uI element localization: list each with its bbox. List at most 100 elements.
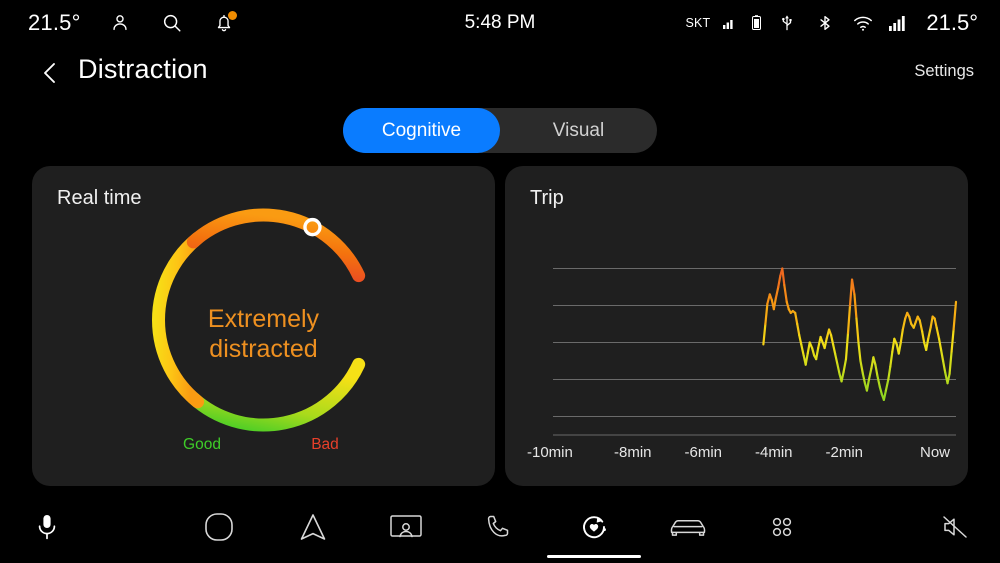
status-bar: 21.5° 5:48 PM SKT 21.5° [0,0,1000,45]
chart-line-segment [804,352,809,366]
gauge-label-good: Good [183,436,221,453]
nav-media-button[interactable] [369,495,443,563]
chart-line-segment [846,304,852,335]
chart-line-segment [811,346,816,357]
status-bar-right: SKT 21.5° [685,0,978,45]
car-icon [668,513,708,546]
chart-line-segment [815,346,820,361]
chart-line-segment [899,328,904,344]
trip-card: Trip -10min -8min -6min -4min -2min Now [505,166,968,486]
gauge-status-line1: Extremely [207,305,320,333]
chart-line-segment [762,322,767,346]
chart-line-segment [800,343,805,357]
nav-car-button[interactable] [651,495,725,563]
chart-line-segment [785,300,790,311]
chart-line-segment [927,326,932,340]
media-card-icon [388,511,424,548]
infotainment-screen: 21.5° 5:48 PM SKT 21.5° Distraction Sett… [0,0,1000,563]
nav-apps-button[interactable] [745,495,819,563]
chart-line-segment [874,363,879,377]
nav-driver-health-button[interactable] [547,495,641,563]
chart-line-segment [950,328,955,353]
chart-line-segment [867,367,873,381]
chart-line-segment [876,374,881,388]
chart-line-segment [772,297,777,311]
carrier-label: SKT [685,15,711,30]
chart-line-segment [783,284,788,303]
nav-home-button[interactable] [182,495,256,563]
gauge-arc-segment [186,357,366,432]
nav-phone-button[interactable] [463,495,537,563]
x-tick: -10min [527,444,573,461]
apps-grid-icon [766,511,798,548]
chart-line-segment [897,341,902,355]
gauge-arc-segment [186,208,366,283]
chart-line-segment [764,302,769,326]
chart-line-segment [781,267,786,287]
settings-button[interactable]: Settings [914,62,974,81]
chart-line-segment [878,385,883,396]
nav-navigation-button[interactable] [276,495,350,563]
distraction-type-tabs: Cognitive Visual [343,108,657,153]
chart-line-segment [850,278,856,296]
chart-line-segment [946,372,951,385]
nav-mute-button[interactable] [918,495,992,563]
distraction-gauge: Extremely distracted Good Bad [32,166,495,486]
outside-temp-right: 21.5° [926,9,978,35]
chart-line-segment [884,378,890,392]
chart-line-segment [855,317,860,344]
chart-line-segment [865,378,871,392]
chart-line-segment [872,356,877,366]
home-icon [202,510,236,549]
battery-icon [750,15,762,31]
chart-line-segment [823,337,828,350]
x-tick: -6min [684,444,722,461]
chart-line-segment [831,343,837,355]
chart-line-segment [901,317,907,331]
trip-chart-x-axis: -10min -8min -6min -4min -2min Now [517,444,956,466]
signal-bars-icon [888,10,908,36]
chart-line-segment [908,315,913,326]
usb-icon [774,10,800,36]
mic-icon [34,512,60,547]
chart-line-segment [882,389,887,401]
navigation-icon [296,510,330,549]
tab-cognitive[interactable]: Cognitive [343,108,500,153]
chart-line-segment [937,337,943,351]
x-tick: Now [919,444,950,461]
page-title: Distraction [78,54,208,84]
chart-line-segment [796,322,801,337]
chart-line-segment [929,315,934,329]
chart-line-segment [774,285,780,300]
driver-health-icon [577,510,611,549]
chart-line-segment [853,293,858,320]
phone-icon [484,511,516,548]
chart-line-segment [935,326,941,340]
chart-line-segment [834,352,839,366]
chart-line-segment [948,350,953,376]
chart-line-segment [925,337,930,351]
x-tick: -4min [754,444,793,461]
chevron-left-icon [39,60,61,91]
bottom-navigation-bar [0,495,1000,563]
bluetooth-icon [812,10,838,36]
chart-line-segment [889,350,894,368]
chart-line-segment [887,365,892,381]
trip-chart: -10min -8min -6min -4min -2min Now [505,166,968,486]
nav-mic-button[interactable] [10,495,84,563]
gauge-status-text: Extremely distracted [32,304,495,364]
chart-line-segment [921,330,926,344]
chart-line-segment [939,348,945,363]
gauge-status-line2: distracted [209,335,318,363]
back-button[interactable] [33,56,67,94]
chart-line-segment [933,317,938,329]
chart-line-segment [918,319,924,333]
chart-line-segment [844,332,850,361]
chart-line-segment [942,359,947,374]
chart-line-segment [794,311,799,326]
chart-line-segment [859,359,865,376]
chart-line-segment [777,274,782,289]
tab-visual[interactable]: Visual [500,108,657,153]
x-tick: -2min [825,444,863,461]
x-tick: -8min [613,444,652,461]
